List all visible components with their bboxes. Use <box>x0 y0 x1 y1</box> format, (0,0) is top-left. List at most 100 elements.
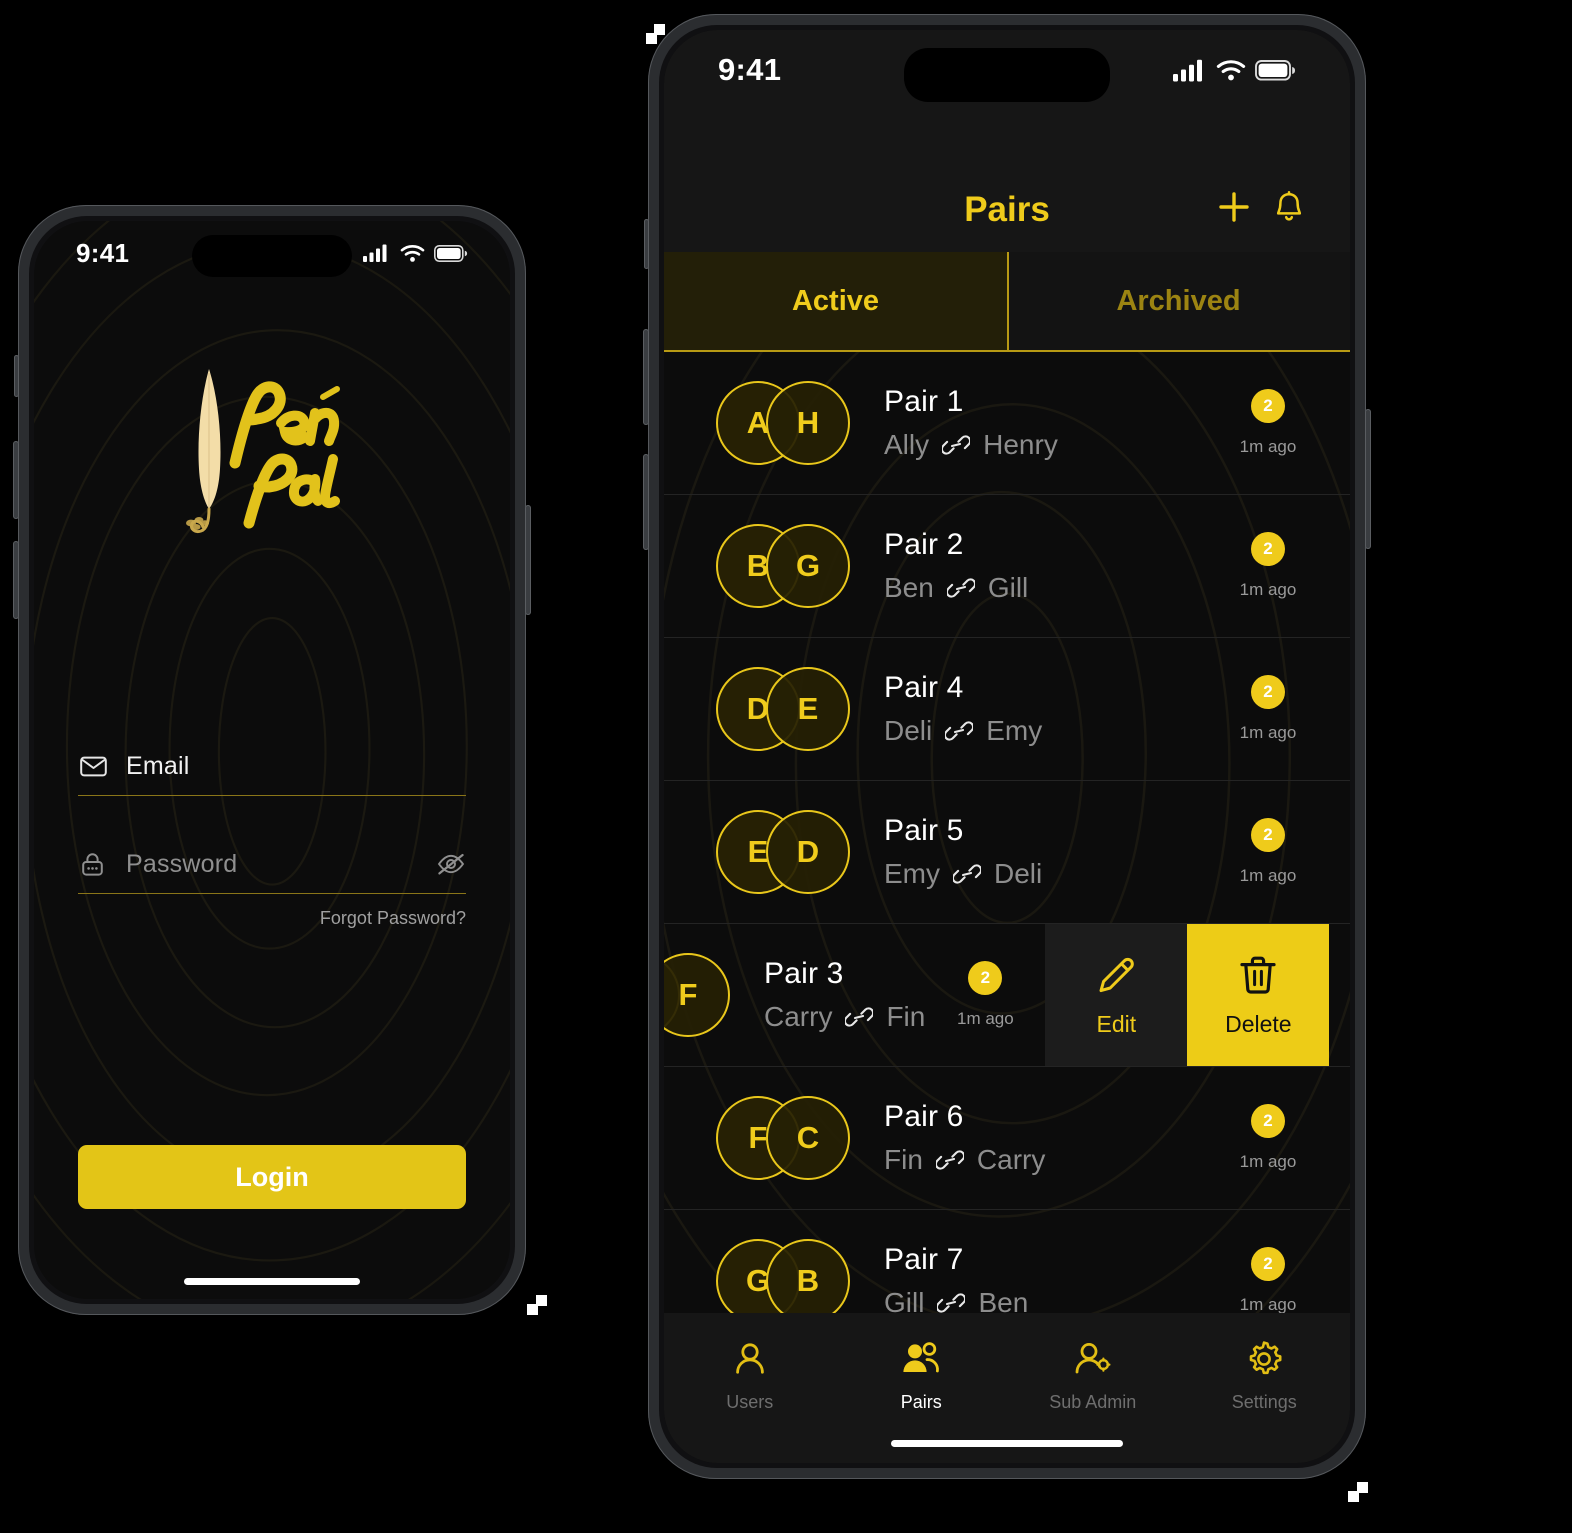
status-time-right: 9:41 <box>718 52 782 87</box>
wifi-icon-right <box>1216 59 1246 80</box>
pair-timestamp: 1m ago <box>1239 866 1297 885</box>
pair-title: Pair 4 <box>884 671 964 704</box>
tabbar-item-pairs[interactable]: Pairs <box>836 1339 1008 1413</box>
pairs-phone-device: 9:41 Pairs Active Archived A H Pair 1 Al… <box>643 14 1371 1479</box>
pairs-tabs: Active Archived <box>664 252 1350 352</box>
avatar-initial-b: G <box>766 524 850 608</box>
pair-member-a: Deli <box>884 715 933 746</box>
login-button[interactable]: Login <box>78 1145 466 1209</box>
pair-timestamp: 1m ago <box>1239 1295 1297 1313</box>
pair-member-b: Ben <box>978 1287 1029 1313</box>
notifications-button[interactable] <box>1274 190 1304 229</box>
pair-member-b: Emy <box>986 715 1043 746</box>
volume-up-button[interactable] <box>13 441 19 519</box>
tabbar-item-settings[interactable]: Settings <box>1179 1339 1351 1413</box>
home-indicator-right <box>891 1440 1123 1447</box>
home-indicator <box>184 1278 360 1285</box>
delete-button[interactable]: Delete <box>1187 924 1330 1066</box>
avatar-initial-b: H <box>766 381 850 465</box>
login-screen: 9:41 Email Password Forgot Password? Log… <box>34 221 510 1299</box>
link-chain-icon <box>845 1007 874 1027</box>
pairs-app: 9:41 Pairs Active Archived A H Pair 1 Al… <box>664 30 1350 1463</box>
pair-title: Pair 7 <box>884 1243 964 1276</box>
pair-member-b: Deli <box>994 858 1043 889</box>
mute-switch[interactable] <box>14 355 19 397</box>
pair-member-b: Henry <box>983 429 1058 460</box>
app-bar-actions <box>1216 189 1304 230</box>
table-row[interactable]: G B Pair 7 Gill Ben 2 1m ago <box>664 1210 1350 1313</box>
tab-active[interactable]: Active <box>664 252 1007 350</box>
trash-icon <box>1240 956 1276 994</box>
avatar: A H <box>716 381 850 465</box>
volume-up-button-right[interactable] <box>643 329 649 425</box>
tabbar-item-users[interactable]: Users <box>664 1339 836 1413</box>
power-button[interactable] <box>525 505 531 615</box>
table-row[interactable]: F C Pair 6 Fin Carry 2 1m ago <box>664 1067 1350 1210</box>
mute-switch-right[interactable] <box>644 219 649 269</box>
cellular-signal-icon-right <box>1173 59 1202 82</box>
avatar-initial-b: D <box>766 810 850 894</box>
email-field[interactable]: Email <box>78 746 466 796</box>
tabbar-label-sub-admin: Sub Admin <box>1049 1392 1137 1412</box>
table-row[interactable]: D E Pair 4 Deli Emy 2 1m ago <box>664 638 1350 781</box>
avatar-initial-b: B <box>766 1239 850 1313</box>
avatar: G B <box>716 1239 850 1313</box>
pair-timestamp: 1m ago <box>957 1009 1014 1028</box>
eye-off-icon[interactable] <box>436 852 466 881</box>
crop-mark-mid <box>527 1295 553 1321</box>
email-input-value: Email <box>126 752 190 780</box>
tab-archived[interactable]: Archived <box>1007 252 1350 350</box>
status-badge: 2 <box>1251 675 1285 709</box>
swiped-row-content[interactable]: C F Pair 3 Carry <box>664 924 1045 1066</box>
avatar-initial-b: E <box>766 667 850 751</box>
table-row-swiped[interactable]: C F Pair 3 Carry <box>664 924 1350 1067</box>
table-row[interactable]: E D Pair 5 Emy Deli 2 1m ago <box>664 781 1350 924</box>
status-badge: 2 <box>1251 1247 1285 1281</box>
avatar: D E <box>716 667 850 751</box>
user-gear-icon <box>1075 1342 1111 1374</box>
swipe-actions: Edit Delete <box>1045 924 1330 1066</box>
pairs-list[interactable]: A H Pair 1 Ally Henry 2 1m ago B G Pair … <box>664 352 1350 1313</box>
login-phone-device: 9:41 Email Password Forgot Password? Log… <box>13 205 531 1315</box>
pair-title: Pair 1 <box>884 385 964 418</box>
avatar: F C <box>716 1096 850 1180</box>
wifi-icon <box>400 244 425 262</box>
volume-down-button-right[interactable] <box>643 454 649 550</box>
edit-button[interactable]: Edit <box>1045 924 1188 1066</box>
password-field[interactable]: Password <box>78 844 466 894</box>
table-row[interactable]: B G Pair 2 Ben Gill 2 1m ago <box>664 495 1350 638</box>
pairs-screen: 9:41 Pairs Active Archived A H Pair 1 Al… <box>664 30 1350 1463</box>
link-chain-icon <box>945 721 974 741</box>
user-icon <box>735 1343 764 1374</box>
status-badge: 2 <box>1251 1104 1285 1138</box>
link-chain-icon <box>946 578 975 598</box>
dynamic-island-right <box>904 48 1110 102</box>
pair-timestamp: 1m ago <box>1239 1152 1297 1171</box>
link-chain-icon <box>937 1293 966 1313</box>
pencil-icon <box>1099 957 1135 992</box>
pair-member-b: Gill <box>987 572 1029 603</box>
plus-icon <box>1219 192 1249 222</box>
power-button-right[interactable] <box>1365 409 1371 549</box>
link-chain-icon <box>942 435 971 455</box>
volume-down-button[interactable] <box>13 541 19 619</box>
tabbar-label-settings: Settings <box>1231 1392 1297 1412</box>
pair-member-a: Gill <box>884 1287 925 1313</box>
page-title: Pairs <box>964 190 1050 229</box>
crop-mark-bottom-right <box>1348 1482 1374 1508</box>
add-pair-button[interactable] <box>1216 189 1252 230</box>
login-form: Email Password Forgot Password? <box>78 746 466 929</box>
delete-label: Delete <box>1225 1010 1292 1037</box>
forgot-password-link[interactable]: Forgot Password? <box>78 908 466 929</box>
table-row[interactable]: A H Pair 1 Ally Henry 2 1m ago <box>664 352 1350 495</box>
users-group-icon <box>903 1342 940 1373</box>
pair-member-a: Fin <box>884 1144 923 1175</box>
pair-member-b: Carry <box>976 1144 1046 1175</box>
link-chain-icon <box>953 864 981 884</box>
status-badge: 2 <box>1251 818 1285 852</box>
tabbar-item-sub-admin[interactable]: Sub Admin <box>1007 1339 1179 1413</box>
status-badge: 2 <box>968 961 1003 995</box>
app-logo <box>34 351 510 551</box>
bell-icon <box>1276 190 1302 221</box>
avatar-initial-b: F <box>664 953 730 1037</box>
